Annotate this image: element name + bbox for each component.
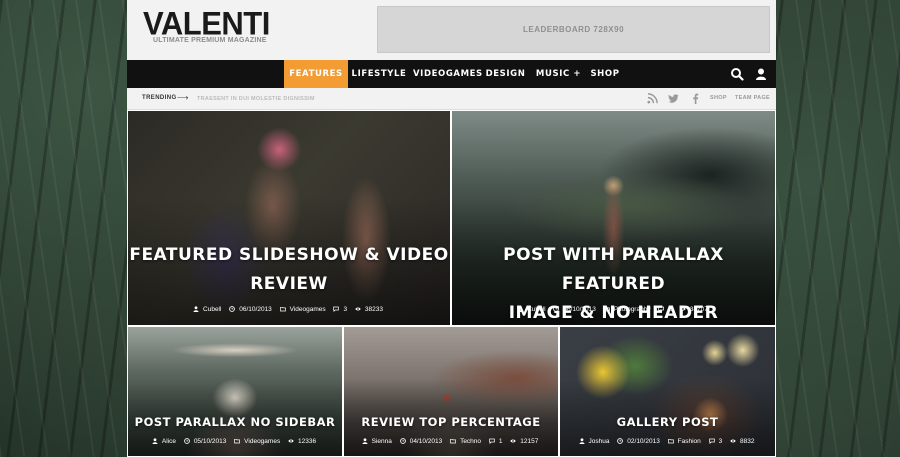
trending-link-team-page[interactable]: TEAM PAGE — [735, 95, 770, 101]
site-container: VALENTI ULTIMATE PREMIUM MAGAZINE LEADER… — [127, 0, 776, 457]
post-category[interactable]: Fashion — [678, 438, 701, 445]
user-icon — [152, 438, 158, 444]
folder-icon — [603, 306, 610, 312]
post-author[interactable]: Cubell — [527, 306, 545, 313]
trending-headline[interactable]: TRAESENT IN DUI MOLESTIE DIGNISSIM — [197, 96, 315, 102]
folder-icon — [279, 306, 286, 312]
site-header: VALENTI ULTIMATE PREMIUM MAGAZINE LEADER… — [127, 0, 776, 60]
search-icon[interactable] — [730, 67, 744, 81]
trending-label: TRENDING — [142, 95, 177, 101]
featured-post-card[interactable]: POST WITH PARALLAX FEATURED IMAGE & NO H… — [451, 110, 776, 326]
post-date: 05/10/2013 — [193, 438, 227, 445]
user-icon — [579, 438, 584, 444]
post-meta: Cubell 06/10/2013 Videogames 3 38233 — [128, 306, 450, 313]
nav-item-design[interactable]: DESIGN + — [480, 60, 531, 107]
eye-icon — [510, 439, 516, 443]
arrow-right-icon: ⟶ — [177, 93, 189, 102]
post-comments[interactable]: 3 — [343, 306, 347, 313]
post-title[interactable]: POST PARALLAX NO SIDEBAR — [128, 415, 342, 429]
trending-link-shop[interactable]: SHOP — [710, 95, 727, 101]
main-nav: FEATURES + LIFESTYLE + VIDEOGAMES DESIGN… — [127, 60, 776, 107]
nav-item-music[interactable]: MUSIC + — [535, 60, 582, 88]
post-card[interactable]: GALLERY POST Joshua 02/10/2013 Fashion 3… — [559, 326, 776, 457]
image-overlay — [128, 327, 342, 456]
post-author[interactable]: Alice — [162, 438, 176, 445]
post-author[interactable]: Sienna — [372, 438, 392, 445]
post-title[interactable]: FEATURED SLIDESHOW & VIDEO REVIEW — [128, 241, 450, 299]
nav-item-lifestyle[interactable]: LIFESTYLE + — [348, 60, 410, 107]
post-comments[interactable]: 2 — [668, 306, 672, 313]
post-date: 02/10/2013 — [627, 438, 660, 445]
post-title-line: FEATURED SLIDESHOW & VIDEO — [129, 245, 449, 265]
post-category[interactable]: Videogames — [244, 438, 280, 445]
post-comments[interactable]: 1 — [499, 438, 503, 445]
post-meta: Joshua 02/10/2013 Fashion 3 8832 — [560, 438, 775, 445]
user-icon — [362, 438, 368, 444]
post-card[interactable]: REVIEW TOP PERCENTAGE Sienna 04/10/2013 … — [343, 326, 559, 457]
post-views: 12336 — [298, 438, 317, 445]
comment-icon — [489, 438, 495, 444]
rss-icon[interactable] — [647, 93, 658, 104]
post-views: 12157 — [520, 438, 539, 445]
clock-icon — [553, 306, 560, 312]
folder-icon — [234, 438, 241, 444]
user-icon[interactable] — [754, 67, 768, 81]
nav-item-features[interactable]: FEATURES + — [284, 60, 348, 107]
post-comments[interactable]: 3 — [719, 438, 723, 445]
user-icon — [193, 306, 199, 312]
featured-post-card[interactable]: FEATURED SLIDESHOW & VIDEO REVIEW Cubell… — [127, 110, 451, 326]
user-icon — [517, 306, 523, 312]
comment-icon — [708, 438, 715, 444]
post-title-line: REVIEW — [250, 274, 328, 294]
eye-icon — [680, 307, 686, 311]
site-tagline: ULTIMATE PREMIUM MAGAZINE — [153, 37, 267, 44]
clock-icon — [399, 438, 406, 444]
post-views: 38707 — [689, 306, 708, 313]
image-overlay — [560, 327, 775, 456]
comment-icon — [333, 306, 340, 312]
post-date: 06/10/2013 — [563, 306, 596, 313]
post-meta: Alice 05/10/2013 Videogames 12336 — [128, 438, 342, 445]
leaderboard-ad[interactable]: LEADERBOARD 728X90 — [377, 6, 770, 53]
post-views: 38233 — [364, 306, 383, 313]
image-overlay — [344, 327, 558, 456]
clock-icon — [229, 306, 236, 312]
post-meta: Sienna 04/10/2013 Techno 1 12157 — [344, 438, 558, 445]
clock-icon — [183, 438, 190, 444]
post-date: 04/10/2013 — [409, 438, 443, 445]
post-date: 06/10/2013 — [239, 306, 272, 313]
eye-icon — [288, 439, 294, 443]
post-title[interactable]: REVIEW TOP PERCENTAGE — [344, 415, 558, 429]
twitter-icon[interactable] — [668, 93, 679, 104]
post-meta: Cubell 06/10/2013 Photography 2 38707 — [452, 306, 775, 313]
post-views: 8832 — [740, 438, 755, 445]
post-category[interactable]: Photography — [614, 306, 651, 313]
eye-icon — [355, 307, 361, 311]
post-card[interactable]: POST PARALLAX NO SIDEBAR Alice 05/10/201… — [127, 326, 343, 457]
post-author[interactable]: Cubell — [203, 306, 221, 313]
clock-icon — [617, 438, 624, 444]
trending-bar: TRENDING ⟶ TRAESENT IN DUI MOLESTIE DIGN… — [127, 88, 776, 110]
nav-item-shop[interactable]: SHOP + — [585, 60, 625, 107]
folder-icon — [667, 438, 674, 444]
post-title[interactable]: POST WITH PARALLAX FEATURED IMAGE & NO H… — [452, 241, 775, 325]
facebook-icon[interactable] — [690, 93, 701, 104]
post-category[interactable]: Techno — [460, 438, 481, 445]
post-title[interactable]: GALLERY POST — [560, 415, 775, 429]
comment-icon — [658, 306, 665, 312]
post-author[interactable]: Joshua — [589, 438, 610, 445]
post-title-line: POST WITH PARALLAX FEATURED — [503, 245, 724, 294]
nav-item-videogames[interactable]: VIDEOGAMES — [413, 60, 482, 88]
post-category[interactable]: Videogames — [290, 306, 326, 313]
eye-icon — [730, 439, 736, 443]
folder-icon — [450, 438, 456, 444]
